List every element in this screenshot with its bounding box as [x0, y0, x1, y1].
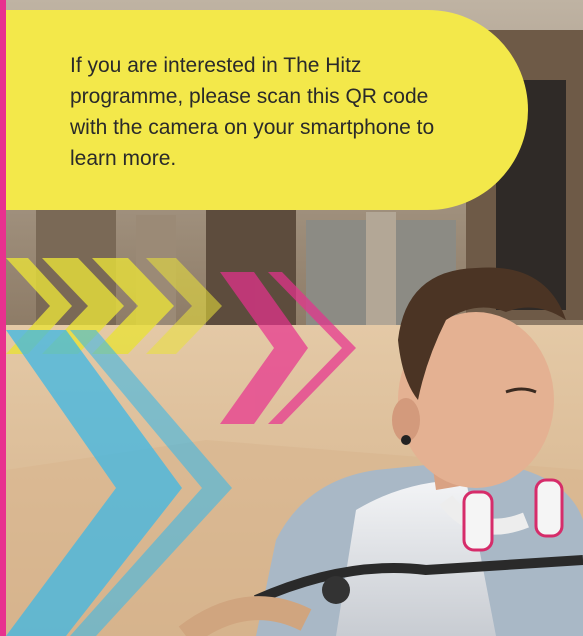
- callout-text: If you are interested in The Hitz progra…: [70, 54, 435, 170]
- pink-edge-stripe: [0, 0, 6, 636]
- promo-card: If you are interested in The Hitz progra…: [0, 0, 583, 636]
- info-callout: If you are interested in The Hitz progra…: [6, 10, 528, 210]
